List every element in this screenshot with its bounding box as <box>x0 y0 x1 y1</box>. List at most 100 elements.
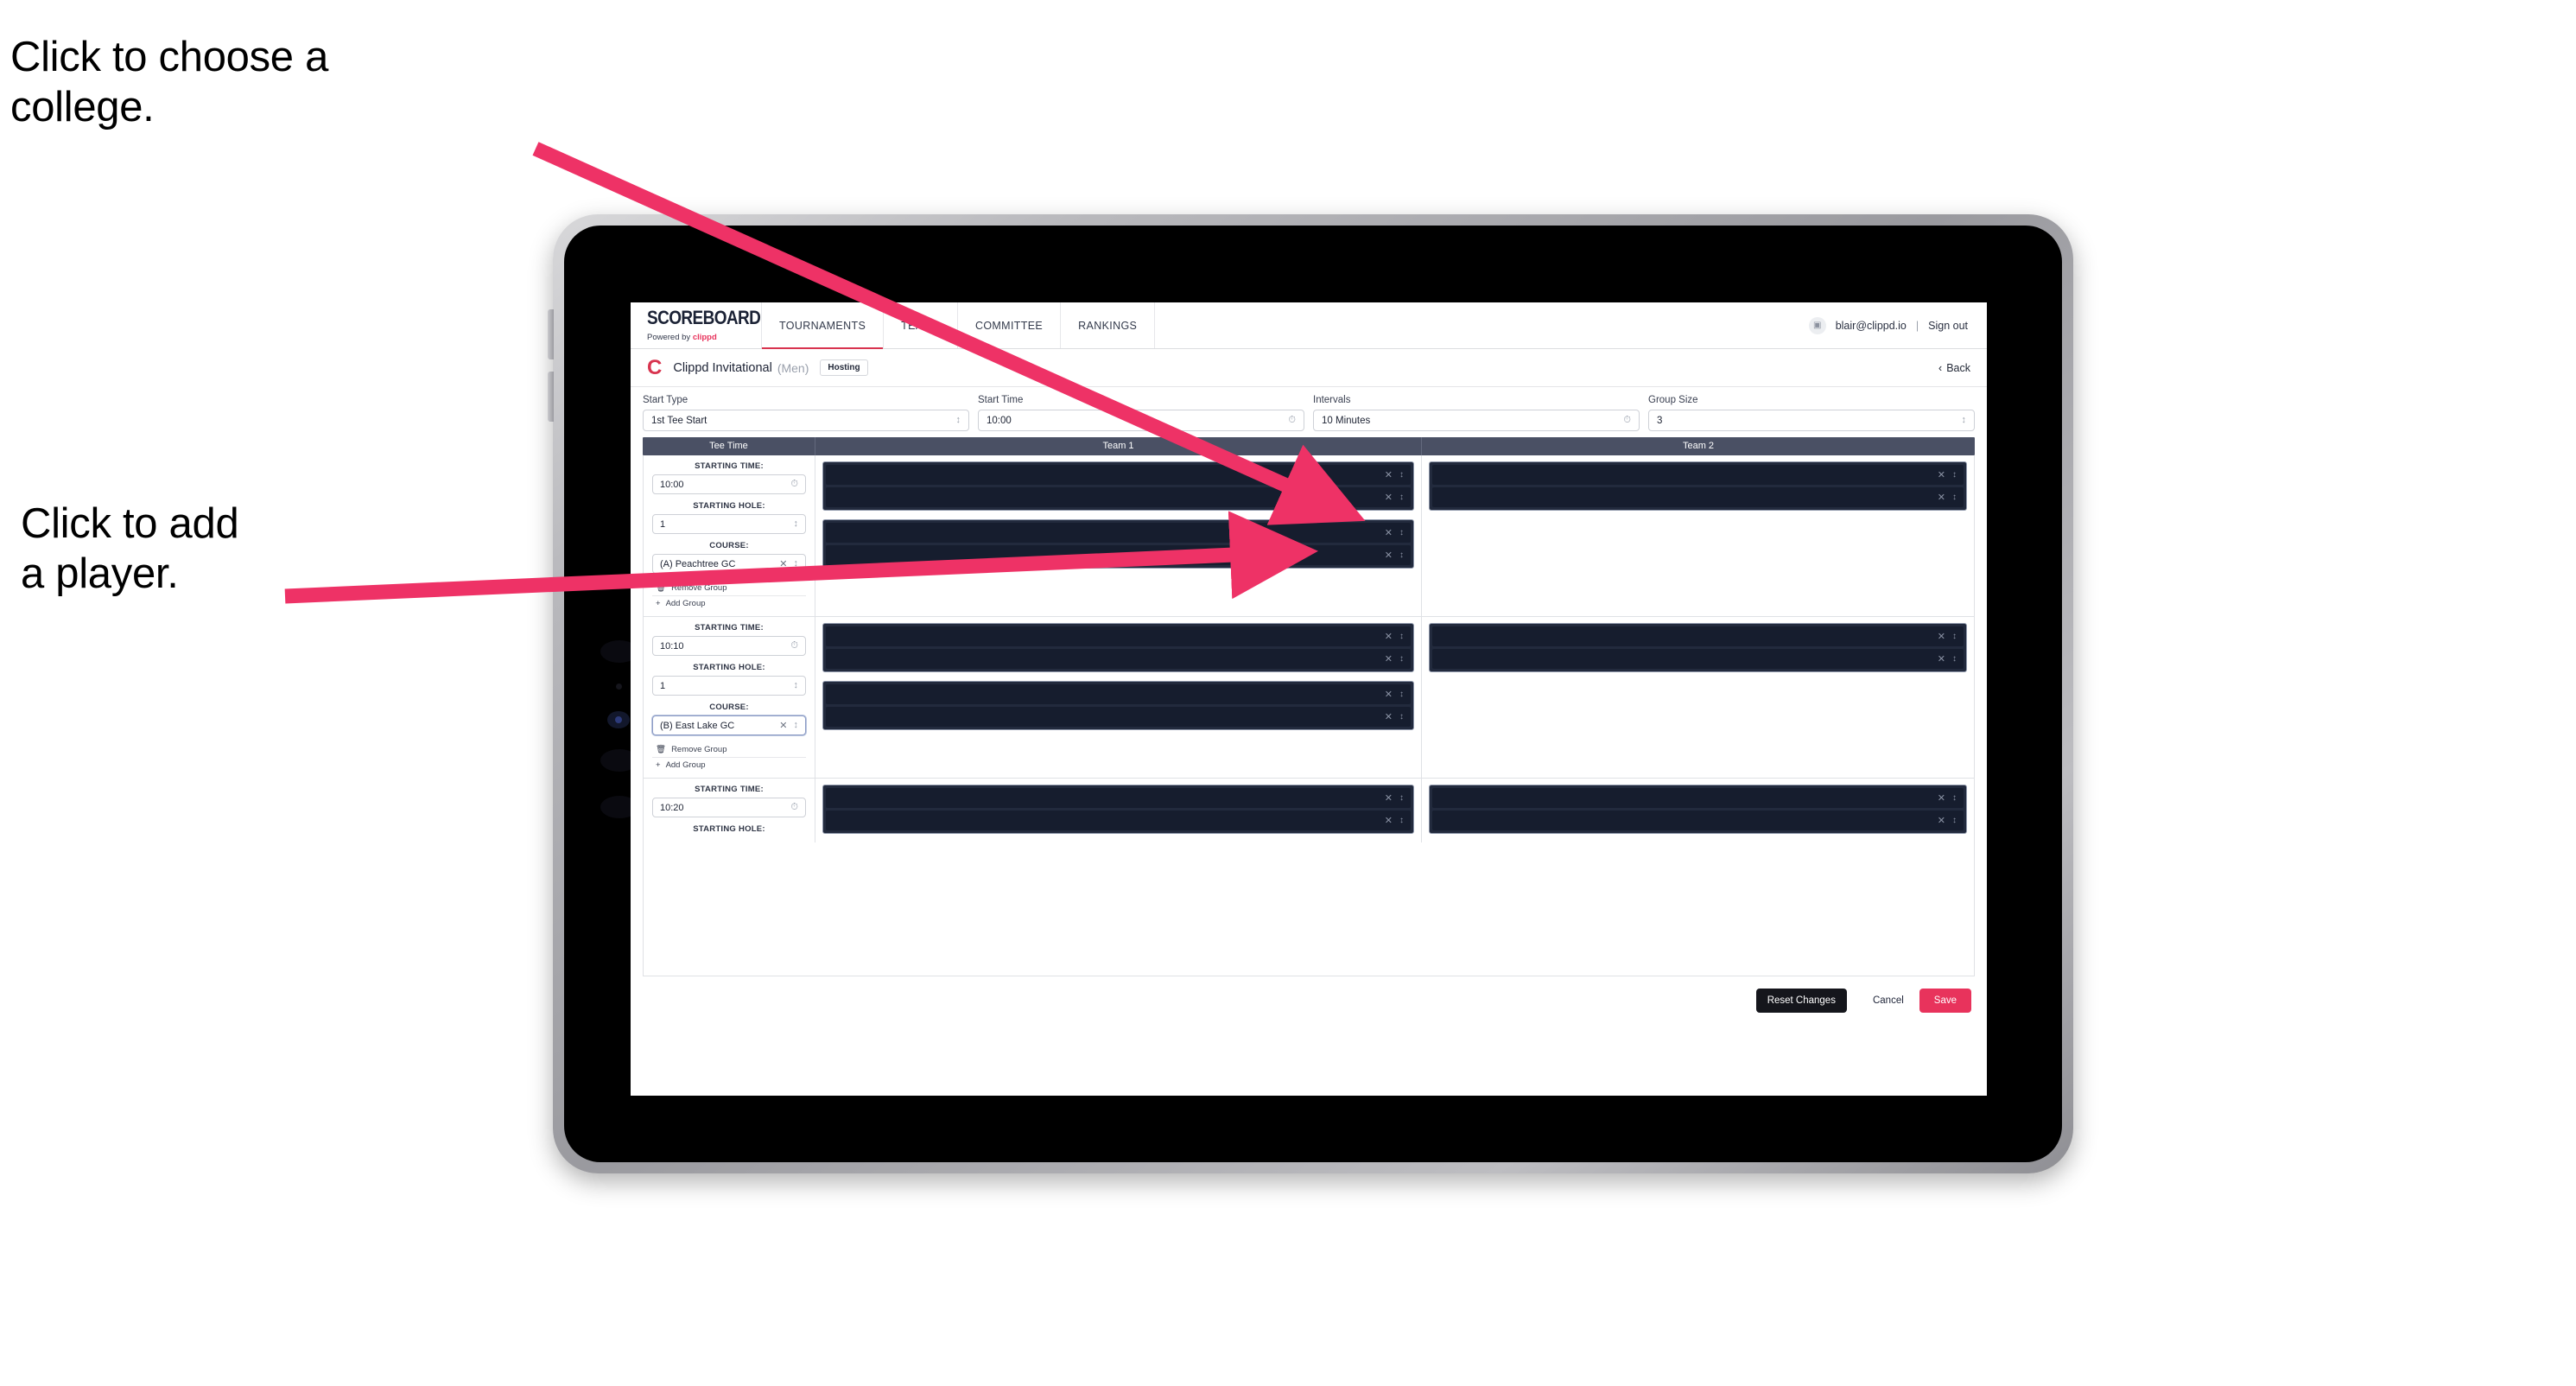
clear-x-icon[interactable]: ✕ <box>1385 527 1393 538</box>
stepper-updown-icon[interactable]: ↕ <box>1399 793 1404 803</box>
clear-x-icon[interactable]: ✕ <box>1385 792 1393 804</box>
stepper-updown-icon[interactable]: ↕ <box>1952 470 1957 480</box>
select-group-size[interactable]: 3 ↕ <box>1648 410 1975 431</box>
player-row[interactable]: ✕ ↕ <box>826 649 1411 669</box>
cancel-button[interactable]: Cancel <box>1857 989 1919 1013</box>
clear-x-icon[interactable]: ✕ <box>1385 711 1393 722</box>
clear-x-icon[interactable]: ✕ <box>1938 492 1945 503</box>
clear-x-icon[interactable]: ✕ <box>1938 792 1945 804</box>
stepper-icon-2[interactable]: ↕ <box>1962 416 1967 425</box>
remove-group-button[interactable]: 🗑 Remove Group <box>652 581 806 595</box>
team1-cell: ✕ ↕ ✕ ↕ <box>815 779 1422 842</box>
player-row[interactable]: ✕ ↕ <box>826 487 1411 507</box>
user-avatar-icon[interactable]: ▣ <box>1808 316 1826 334</box>
select-course[interactable]: (A) Peachtree GC ✕ ↕ <box>652 554 806 574</box>
nav-tab-tournaments[interactable]: TOURNAMENTS <box>761 302 885 349</box>
clear-x-icon[interactable]: ✕ <box>1385 550 1393 561</box>
stepper-icon[interactable]: ↕ <box>794 681 799 690</box>
stepper-updown-icon[interactable]: ↕ <box>1399 816 1404 825</box>
clear-x-icon[interactable]: ✕ <box>1938 469 1945 480</box>
stepper-icon[interactable]: ↕ <box>794 519 799 529</box>
input-start-time[interactable]: 10:00 ⏱ <box>978 410 1304 431</box>
player-row[interactable]: ✕ ↕ <box>1432 487 1964 507</box>
player-row[interactable]: ✕ ↕ <box>826 545 1411 565</box>
player-row[interactable]: ✕ ↕ <box>826 707 1411 727</box>
clear-x-icon[interactable]: ✕ <box>779 720 787 731</box>
clear-x-icon[interactable]: ✕ <box>779 558 787 569</box>
nav-tab-teams[interactable]: TEAMS <box>883 302 958 348</box>
stepper-updown-icon[interactable]: ↕ <box>1952 793 1957 803</box>
player-row[interactable]: ✕ ↕ <box>826 626 1411 646</box>
stepper-updown-icon[interactable]: ↕ <box>1399 654 1404 664</box>
sign-out-link[interactable]: Sign out <box>1928 320 1968 332</box>
clear-x-icon[interactable]: ✕ <box>1385 492 1393 503</box>
stepper-updown-icon[interactable]: ↕ <box>1399 528 1404 537</box>
player-row[interactable]: ✕ ↕ <box>826 684 1411 704</box>
add-group-button[interactable]: + Add Group <box>652 757 806 772</box>
stepper-updown-icon[interactable]: ↕ <box>1952 816 1957 825</box>
clear-x-icon[interactable]: ✕ <box>1385 815 1393 826</box>
stepper-icon[interactable]: ↕ <box>794 721 799 730</box>
player-group-card[interactable]: ✕ ↕ ✕ ↕ <box>1429 461 1967 511</box>
input-intervals[interactable]: 10 Minutes ⏱ <box>1313 410 1640 431</box>
input-starting-time[interactable]: 10:00 ⏱ <box>652 474 806 494</box>
stepper-updown-icon[interactable]: ↕ <box>1399 493 1404 502</box>
tee-table-body[interactable]: STARTING TIME: 10:00 ⏱ STARTING HOLE: 1 … <box>643 455 1975 976</box>
clock-icon[interactable]: ⏱ <box>790 641 798 651</box>
clear-x-icon[interactable]: ✕ <box>1938 631 1945 642</box>
player-row[interactable]: ✕ ↕ <box>1432 788 1964 808</box>
player-row[interactable]: ✕ ↕ <box>1432 626 1964 646</box>
clock-icon[interactable]: ⏱ <box>790 803 798 812</box>
clear-x-icon[interactable]: ✕ <box>1938 653 1945 664</box>
input-starting-time[interactable]: 10:10 ⏱ <box>652 636 806 656</box>
player-row[interactable]: ✕ ↕ <box>826 523 1411 543</box>
column-header-tee-time: Tee Time <box>643 437 815 455</box>
brand-logo[interactable]: SCOREBOARD Powered by clippd <box>631 302 762 348</box>
reset-changes-button[interactable]: Reset Changes <box>1755 989 1847 1013</box>
volume-up-button[interactable] <box>548 309 554 359</box>
add-group-button[interactable]: + Add Group <box>652 595 806 611</box>
stepper-updown-icon[interactable]: ↕ <box>1952 493 1957 502</box>
clock-icon[interactable]: ⏱ <box>1288 416 1296 425</box>
player-row[interactable]: ✕ ↕ <box>1432 465 1964 485</box>
player-row[interactable]: ✕ ↕ <box>826 811 1411 830</box>
clear-x-icon[interactable]: ✕ <box>1385 689 1393 700</box>
clock-icon-2[interactable]: ⏱ <box>1623 416 1631 425</box>
stepper-updown-icon[interactable]: ↕ <box>1399 470 1404 480</box>
clear-x-icon[interactable]: ✕ <box>1385 653 1393 664</box>
player-row[interactable]: ✕ ↕ <box>826 788 1411 808</box>
save-button[interactable]: Save <box>1919 989 1971 1013</box>
stepper-updown-icon[interactable]: ↕ <box>1952 654 1957 664</box>
stepper-updown-icon[interactable]: ↕ <box>1399 632 1404 641</box>
player-group-card[interactable]: ✕ ↕ ✕ ↕ <box>822 461 1414 511</box>
clear-x-icon[interactable]: ✕ <box>1385 469 1393 480</box>
stepper-updown-icon[interactable]: ↕ <box>1399 690 1404 699</box>
player-group-card[interactable]: ✕ ↕ ✕ ↕ <box>822 623 1414 672</box>
stepper-updown-icon[interactable]: ↕ <box>1399 712 1404 722</box>
stepper-updown-icon[interactable]: ↕ <box>1952 632 1957 641</box>
input-starting-hole[interactable]: 1 ↕ <box>652 514 806 534</box>
input-starting-time[interactable]: 10:20 ⏱ <box>652 798 806 817</box>
player-group-card[interactable]: ✕ ↕ ✕ ↕ <box>822 785 1414 834</box>
stepper-updown-icon[interactable]: ↕ <box>1399 550 1404 560</box>
clock-icon[interactable]: ⏱ <box>790 480 798 489</box>
nav-tab-committee[interactable]: COMMITTEE <box>956 302 1062 348</box>
stepper-icon[interactable]: ↕ <box>794 559 799 569</box>
player-row[interactable]: ✕ ↕ <box>826 465 1411 485</box>
back-button[interactable]: ‹ Back <box>1938 362 1970 374</box>
input-starting-hole[interactable]: 1 ↕ <box>652 676 806 696</box>
select-start-type[interactable]: 1st Tee Start ↕ <box>643 410 969 431</box>
nav-tab-rankings[interactable]: RANKINGS <box>1060 302 1156 348</box>
player-group-card[interactable]: ✕ ↕ ✕ ↕ <box>822 681 1414 730</box>
stepper-icon[interactable]: ↕ <box>956 416 961 425</box>
select-course[interactable]: (B) East Lake GC ✕ ↕ <box>652 715 806 735</box>
remove-group-button[interactable]: 🗑 Remove Group <box>652 742 806 757</box>
player-group-card[interactable]: ✕ ↕ ✕ ↕ <box>822 519 1414 569</box>
clear-x-icon[interactable]: ✕ <box>1385 631 1393 642</box>
player-group-card[interactable]: ✕ ↕ ✕ ↕ <box>1429 785 1967 834</box>
player-group-card[interactable]: ✕ ↕ ✕ ↕ <box>1429 623 1967 672</box>
clear-x-icon[interactable]: ✕ <box>1938 815 1945 826</box>
player-row[interactable]: ✕ ↕ <box>1432 649 1964 669</box>
player-row[interactable]: ✕ ↕ <box>1432 811 1964 830</box>
volume-down-button[interactable] <box>548 372 554 422</box>
